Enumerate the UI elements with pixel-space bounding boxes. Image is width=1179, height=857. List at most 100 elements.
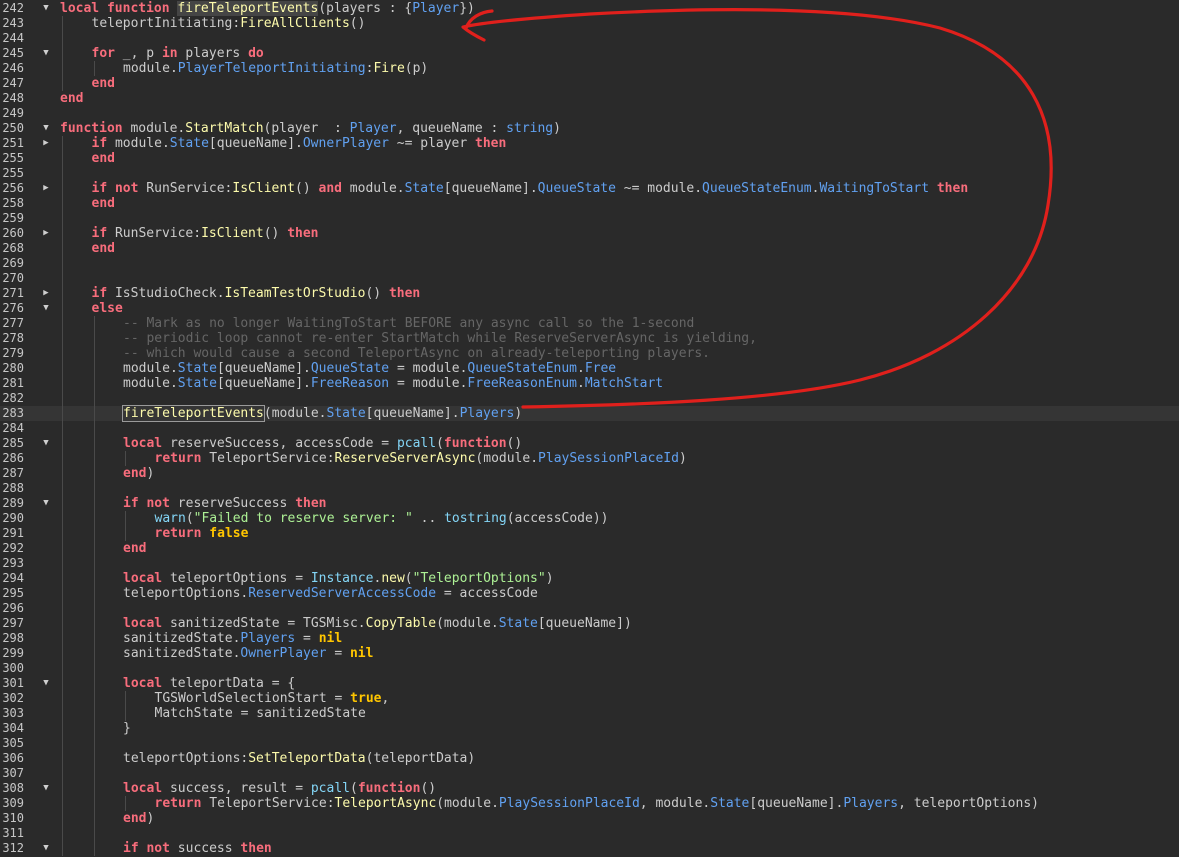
code-line[interactable]: 245 ▼ for _, p in players do [0, 46, 1179, 61]
code-line[interactable]: 291 return false [0, 526, 1179, 541]
fold-expanded-icon[interactable]: ▼ [41, 121, 51, 136]
code-line[interactable]: 280 module.State[queueName].QueueState = … [0, 361, 1179, 376]
fold-expanded-icon[interactable]: ▼ [41, 301, 51, 316]
fold-expanded-icon[interactable]: ▼ [41, 1, 51, 16]
token-code-text: ~= module. [615, 181, 703, 196]
code-line[interactable]: 310 end) [0, 811, 1179, 826]
token-code-text: players [177, 46, 249, 61]
code-line[interactable]: 301 ▼ local teleportData = { [0, 676, 1179, 691]
code-line[interactable]: 298 sanitizedState.Players = nil [0, 631, 1179, 646]
code-line[interactable]: 295 teleportOptions.ReservedServerAccessC… [0, 586, 1179, 601]
code-editor[interactable]: 242 ▼ local function fireTeleportEvents(pl… [0, 0, 1179, 857]
token-function-name: IsTeamTestOrStudio [224, 286, 366, 301]
fold-expanded-icon[interactable]: ▼ [41, 46, 51, 61]
code-content: for _, p in players do [92, 46, 264, 61]
code-line[interactable]: 270 [0, 271, 1179, 286]
code-line[interactable]: 303 MatchState = sanitizedState [0, 706, 1179, 721]
fold-expanded-icon[interactable]: ▼ [41, 841, 51, 856]
code-line[interactable]: 287 end) [0, 466, 1179, 481]
code-line[interactable]: 299 sanitizedState.OwnerPlayer = nil [0, 646, 1179, 661]
line-number: 278 [2, 331, 24, 345]
code-line[interactable]: 290 warn("Failed to reserve server: " .. … [0, 511, 1179, 526]
line-number: 308 [2, 781, 24, 795]
code-line[interactable]: 281 module.State[queueName].FreeReason = … [0, 376, 1179, 391]
fold-collapsed-icon[interactable]: ▶ [41, 181, 51, 196]
code-line[interactable]: 296 [0, 601, 1179, 616]
line-number: 302 [2, 691, 24, 705]
code-line[interactable]: 260 ▶ if RunService:IsClient() then [0, 226, 1179, 241]
fold-expanded-icon[interactable]: ▼ [41, 496, 51, 511]
code-line[interactable]: 288 [0, 481, 1179, 496]
token-property: State [326, 406, 366, 421]
code-line[interactable]: 276 ▼ else [0, 301, 1179, 316]
line-number: 295 [2, 586, 24, 600]
line-number: 292 [2, 541, 24, 555]
code-line[interactable]: 247 end [0, 76, 1179, 91]
code-line[interactable]: 258 end [0, 196, 1179, 211]
code-line[interactable]: 286 return TeleportService:ReserveServerA… [0, 451, 1179, 466]
token-keyword: if [91, 181, 108, 196]
code-content: } [123, 721, 131, 736]
code-line[interactable]: 308 ▼ local success, result = pcall(functi… [0, 781, 1179, 796]
fold-expanded-icon[interactable]: ▼ [41, 781, 51, 796]
token-property: QueueStateEnum [702, 181, 812, 196]
code-content: sanitizedState.Players = nil [123, 631, 342, 646]
code-line[interactable]: 278 -- periodic loop cannot re-enter Star… [0, 331, 1179, 346]
line-number: 283 [2, 406, 24, 420]
code-line[interactable]: 242 ▼ local function fireTeleportEvents(pl… [0, 1, 1179, 16]
token-code-text: RunService: [107, 226, 202, 241]
code-line[interactable]: 255 end [0, 151, 1179, 166]
code-line[interactable]: 244 [0, 31, 1179, 46]
code-line[interactable]: 248 end [0, 91, 1179, 106]
token-keyword: then [388, 286, 421, 301]
code-line[interactable]: 293 [0, 556, 1179, 571]
code-content: end) [123, 811, 154, 826]
code-line[interactable]: 246 module.PlayerTeleportInitiating:Fire(… [0, 61, 1179, 76]
code-line[interactable]: 284 [0, 421, 1179, 436]
code-line[interactable]: 249 [0, 106, 1179, 121]
token-literal: true [350, 691, 382, 706]
code-line[interactable]: 309 return TeleportService:TeleportAsync(… [0, 796, 1179, 811]
code-line[interactable]: 256 ▶ if not RunService:IsClient() and mod… [0, 181, 1179, 196]
code-line[interactable]: 283 fireTeleportEvents(module.State[queue… [0, 405, 1179, 422]
code-content: end [92, 76, 115, 91]
code-line[interactable]: 282 [0, 391, 1179, 406]
fold-collapsed-icon[interactable]: ▶ [41, 226, 51, 241]
code-content: local sanitizedState = TGSMisc.CopyTable… [123, 616, 632, 631]
code-line[interactable]: 292 end [0, 541, 1179, 556]
indent-guide [93, 61, 95, 76]
token-code-text: [queueName]. [216, 376, 311, 391]
code-line[interactable]: 250 ▼ function module.StartMatch(player : … [0, 121, 1179, 136]
code-line[interactable]: 300 [0, 661, 1179, 676]
code-line[interactable]: 305 [0, 736, 1179, 751]
code-content: teleportInitiating:FireAllClients() [92, 16, 366, 31]
indent-guide [125, 796, 126, 811]
code-line[interactable]: 279 -- which would cause a second Telepor… [0, 346, 1179, 361]
code-line[interactable]: 285 ▼ local reserveSuccess, accessCode = p… [0, 436, 1179, 451]
code-line[interactable]: 243 teleportInitiating:FireAllClients() [0, 16, 1179, 31]
code-line[interactable]: 269 [0, 256, 1179, 271]
code-line[interactable]: 271 ▶ if IsStudioCheck.IsTeamTestOrStudio(… [0, 286, 1179, 301]
code-line[interactable]: 311 [0, 826, 1179, 841]
code-line[interactable]: 289 ▼ if not reserveSuccess then [0, 496, 1179, 511]
token-code-text: ) [146, 811, 155, 826]
fold-expanded-icon[interactable]: ▼ [41, 676, 51, 691]
fold-expanded-icon[interactable]: ▼ [41, 436, 51, 451]
fold-collapsed-icon[interactable]: ▶ [41, 136, 51, 151]
code-line[interactable]: 306 teleportOptions:SetTeleportData(telep… [0, 751, 1179, 766]
line-number: 258 [2, 196, 24, 210]
token-function-name: IsClient [201, 226, 264, 241]
code-line[interactable]: 268 end [0, 241, 1179, 256]
code-line[interactable]: 294 local teleportOptions = Instance.new(… [0, 571, 1179, 586]
code-line[interactable]: 277 -- Mark as no longer WaitingToStart B… [0, 316, 1179, 331]
token-code-text: ) [553, 121, 561, 136]
code-line[interactable]: 304} [0, 721, 1179, 736]
code-line[interactable]: 312 ▼ if not success then [0, 841, 1179, 856]
code-line[interactable]: 307 [0, 766, 1179, 781]
code-line[interactable]: 251 ▶ if module.State[queueName].OwnerPlay… [0, 136, 1179, 151]
code-line[interactable]: 259 [0, 211, 1179, 226]
code-line[interactable]: 297 local sanitizedState = TGSMisc.CopyTa… [0, 616, 1179, 631]
fold-collapsed-icon[interactable]: ▶ [41, 286, 51, 301]
code-line[interactable]: 302 TGSWorldSelectionStart = true, [0, 691, 1179, 706]
code-line[interactable]: 255 [0, 166, 1179, 181]
